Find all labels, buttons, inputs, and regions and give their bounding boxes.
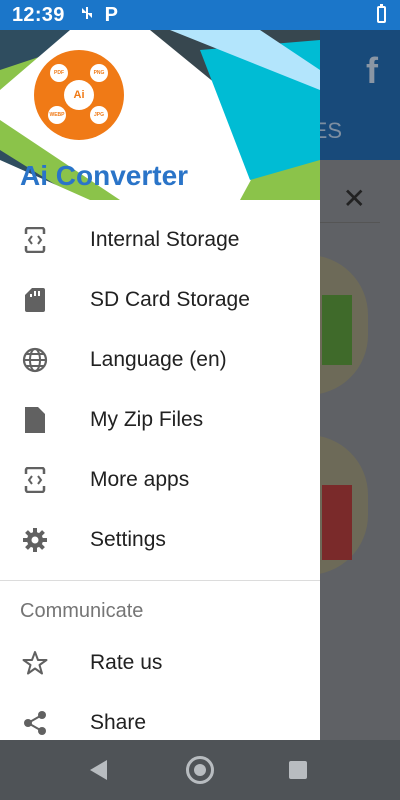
back-icon[interactable]	[90, 760, 107, 780]
phone-code-icon	[20, 225, 50, 255]
menu-item-share[interactable]: Share	[0, 693, 320, 740]
divider	[320, 222, 380, 223]
menu-item-rate-us[interactable]: Rate us	[0, 633, 320, 693]
sd-card-icon	[20, 285, 50, 315]
menu-item-label: Language (en)	[90, 348, 227, 371]
logo-format-chip: PDF	[50, 64, 68, 82]
drawer-header: Ai PDF PNG WEBP JPG Ai Converter	[0, 30, 320, 200]
home-icon[interactable]	[186, 756, 214, 784]
menu-item-label: Share	[90, 711, 147, 734]
menu-item-sd-card[interactable]: SD Card Storage	[0, 270, 320, 330]
share-icon	[20, 708, 50, 738]
facebook-icon: f	[366, 50, 378, 91]
menu-item-label: Settings	[90, 528, 166, 551]
menu-item-label: My Zip Files	[90, 408, 204, 431]
menu-item-zip-files[interactable]: My Zip Files	[0, 390, 320, 450]
background-red-shape	[322, 485, 352, 560]
menu-item-label: More apps	[90, 468, 190, 491]
logo-format-chip: WEBP	[48, 106, 66, 124]
menu-item-language[interactable]: Language (en)	[0, 330, 320, 390]
globe-icon	[20, 345, 50, 375]
file-icon	[20, 405, 50, 435]
parking-icon: P	[104, 3, 118, 26]
section-header-communicate: Communicate	[20, 600, 144, 622]
phone-code-icon	[20, 465, 50, 495]
battery-icon	[377, 4, 386, 23]
status-time: 12:39	[12, 3, 65, 26]
close-icon[interactable]: ✕	[343, 182, 366, 215]
menu-item-internal-storage[interactable]: Internal Storage	[0, 210, 320, 270]
system-navigation-bar	[0, 740, 400, 800]
navigation-drawer: Ai PDF PNG WEBP JPG Ai Converter Interna…	[0, 30, 320, 740]
recent-apps-icon[interactable]	[289, 761, 307, 779]
background-green-shape	[322, 295, 352, 365]
logo-format-chip: PNG	[90, 64, 108, 82]
sync-icon	[79, 5, 95, 26]
menu-item-label: Internal Storage	[90, 228, 240, 251]
menu-item-label: Rate us	[90, 651, 163, 674]
logo-center: Ai	[64, 80, 94, 110]
menu-item-more-apps[interactable]: More apps	[0, 450, 320, 510]
drawer-menu: Internal Storage SD Card Storage Languag…	[0, 210, 320, 740]
menu-item-settings[interactable]: Settings	[0, 510, 320, 570]
app-logo: Ai PDF PNG WEBP JPG	[34, 50, 124, 140]
gear-icon	[20, 525, 50, 555]
app-name: Ai Converter	[20, 160, 189, 191]
logo-format-chip: JPG	[90, 106, 108, 124]
status-bar: 12:39 P	[0, 0, 400, 30]
star-icon	[20, 648, 50, 678]
menu-item-label: SD Card Storage	[90, 288, 250, 311]
